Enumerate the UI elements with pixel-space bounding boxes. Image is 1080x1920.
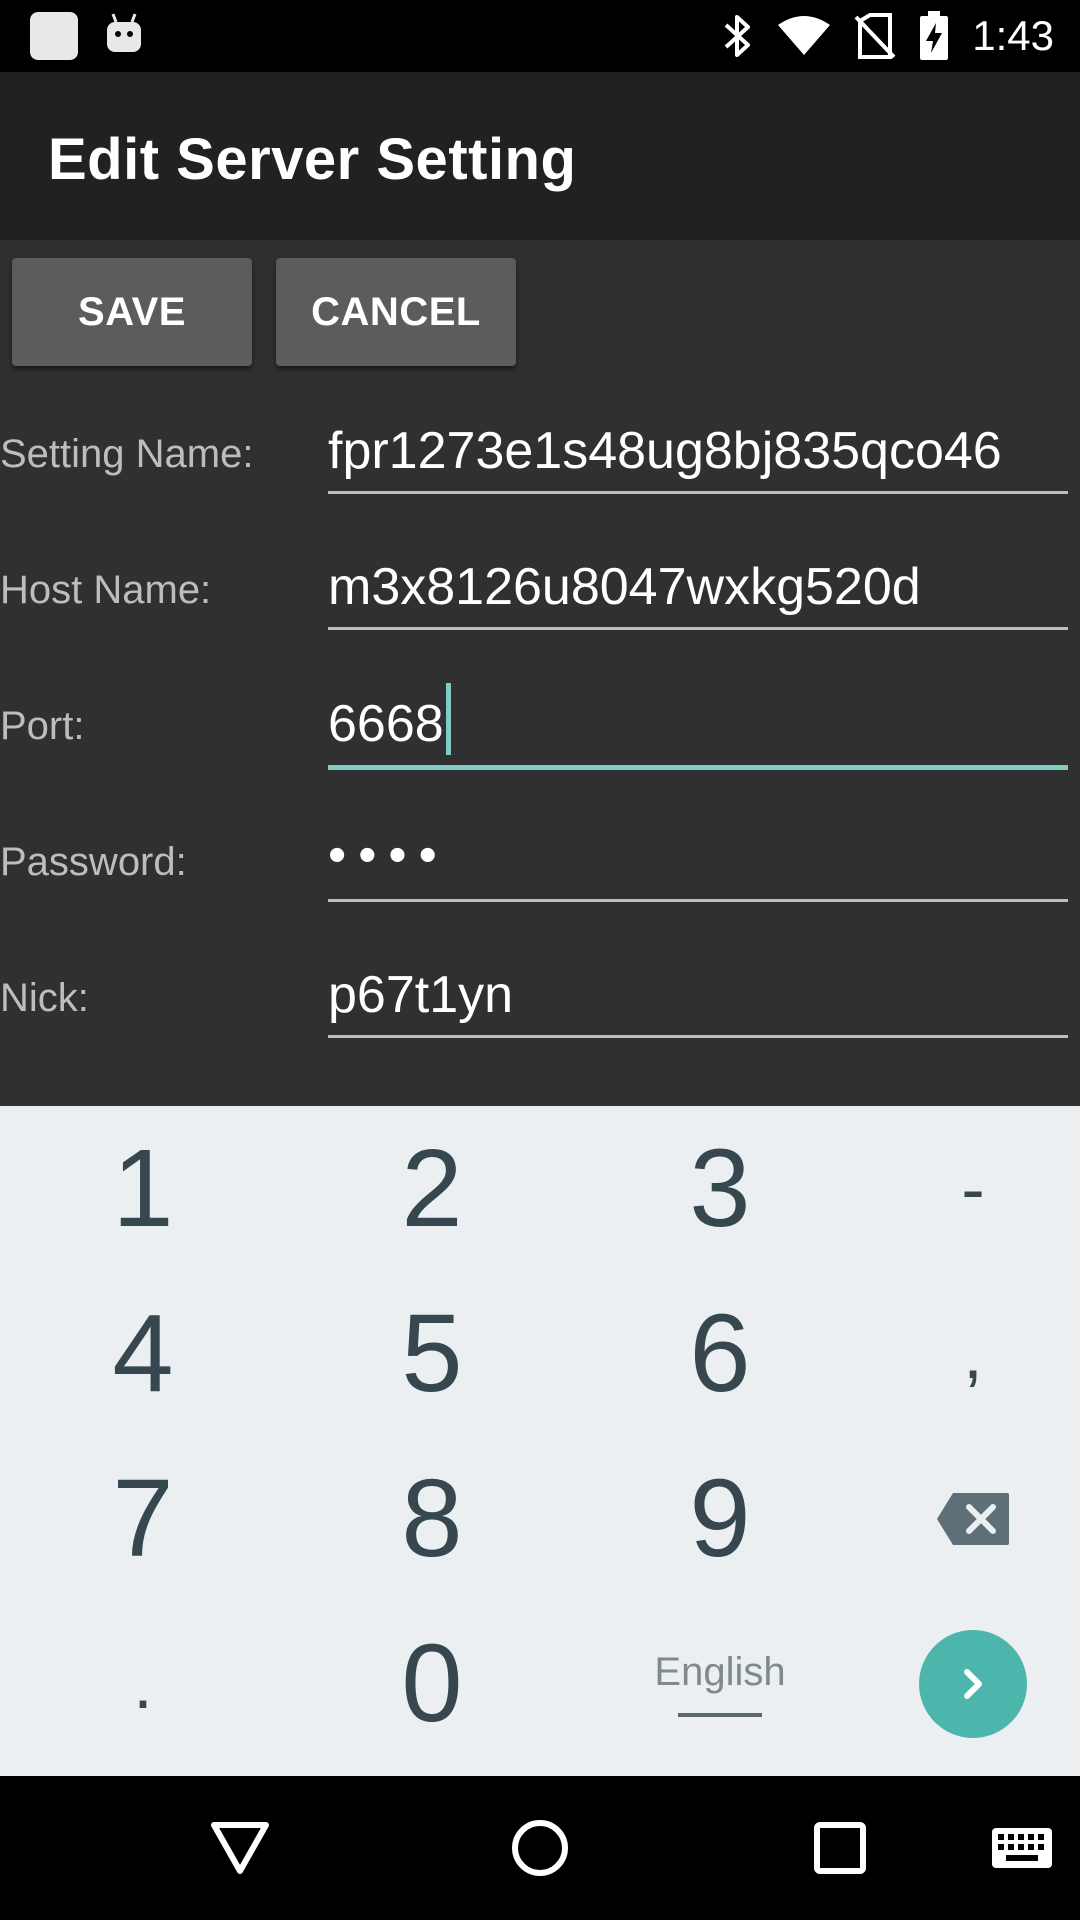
page-title: Edit Server Setting (48, 127, 577, 192)
port-field[interactable]: 6668 (328, 683, 1068, 770)
host-name-value: m3x8126u8047wxkg520d (328, 558, 921, 616)
no-sim-icon (854, 13, 896, 59)
key-4[interactable]: 4 (8, 1271, 278, 1436)
port-value: 6668 (328, 695, 444, 753)
app-bar: Edit Server Setting (0, 72, 1080, 240)
key-5[interactable]: 5 (297, 1271, 567, 1436)
key-comma[interactable]: , (838, 1271, 1080, 1436)
save-button[interactable]: SAVE (12, 258, 252, 366)
status-bar: 1:43 (0, 0, 1080, 72)
enter-key[interactable] (838, 1601, 1080, 1766)
notification-app-icon (30, 12, 78, 60)
key-0[interactable]: 0 (297, 1601, 567, 1766)
recents-icon (814, 1822, 866, 1874)
port-value-wrap: 6668 (328, 683, 451, 755)
language-underline (678, 1713, 762, 1717)
key-minus[interactable]: - (838, 1106, 1080, 1271)
keyboard-switch-icon (992, 1828, 1052, 1868)
host-name-label: Host Name: (0, 568, 212, 612)
key-2[interactable]: 2 (297, 1106, 567, 1271)
language-switch-key[interactable]: English (585, 1601, 855, 1766)
bluetooth-icon (724, 15, 751, 57)
navigation-bar (0, 1776, 1080, 1920)
password-label: Password: (0, 840, 187, 884)
keyboard-switch-button[interactable] (982, 1776, 1062, 1920)
cancel-button[interactable]: CANCEL (276, 258, 516, 366)
numeric-keyboard: 1 2 3 - 4 5 6 , 7 8 9 . 0 English (0, 1106, 1080, 1776)
home-button[interactable] (500, 1776, 580, 1920)
enter-button (919, 1629, 1027, 1738)
key-6[interactable]: 6 (585, 1271, 855, 1436)
nick-value: p67t1yn (328, 966, 514, 1024)
key-7[interactable]: 7 (8, 1436, 278, 1601)
clock: 1:43 (972, 12, 1054, 59)
home-icon (512, 1820, 568, 1876)
android-debug-icon (107, 13, 141, 52)
setting-name-field[interactable]: fpr1273e1s48ug8bj835qco46 (328, 414, 1068, 494)
text-cursor (445, 683, 451, 755)
backspace-key[interactable] (838, 1436, 1080, 1601)
key-period[interactable]: . (8, 1601, 278, 1766)
recents-button[interactable] (800, 1776, 880, 1920)
password-field[interactable]: •••• (328, 822, 1068, 902)
setting-name-value: fpr1273e1s48ug8bj835qco46 (328, 422, 1002, 480)
battery-charging-icon (920, 11, 949, 60)
back-button[interactable] (200, 1776, 280, 1920)
backspace-icon (937, 1492, 1009, 1545)
screen: 1:43 Edit Server Setting SAVE CANCEL Set… (0, 0, 1080, 1920)
host-name-field[interactable]: m3x8126u8047wxkg520d (328, 550, 1068, 630)
nick-field[interactable]: p67t1yn (328, 958, 1068, 1038)
port-label: Port: (0, 704, 85, 748)
key-3[interactable]: 3 (585, 1106, 855, 1271)
key-8[interactable]: 8 (297, 1436, 567, 1601)
password-value: •••• (328, 826, 449, 884)
nick-label: Nick: (0, 976, 89, 1020)
enter-arrow-icon (964, 1668, 982, 1699)
status-icons: 1:43 (722, 0, 1054, 72)
key-1[interactable]: 1 (8, 1106, 278, 1271)
language-label: English (654, 1650, 786, 1694)
setting-name-label: Setting Name: (0, 432, 254, 476)
wifi-icon (778, 16, 831, 55)
back-icon (211, 1822, 269, 1874)
key-9[interactable]: 9 (585, 1436, 855, 1601)
